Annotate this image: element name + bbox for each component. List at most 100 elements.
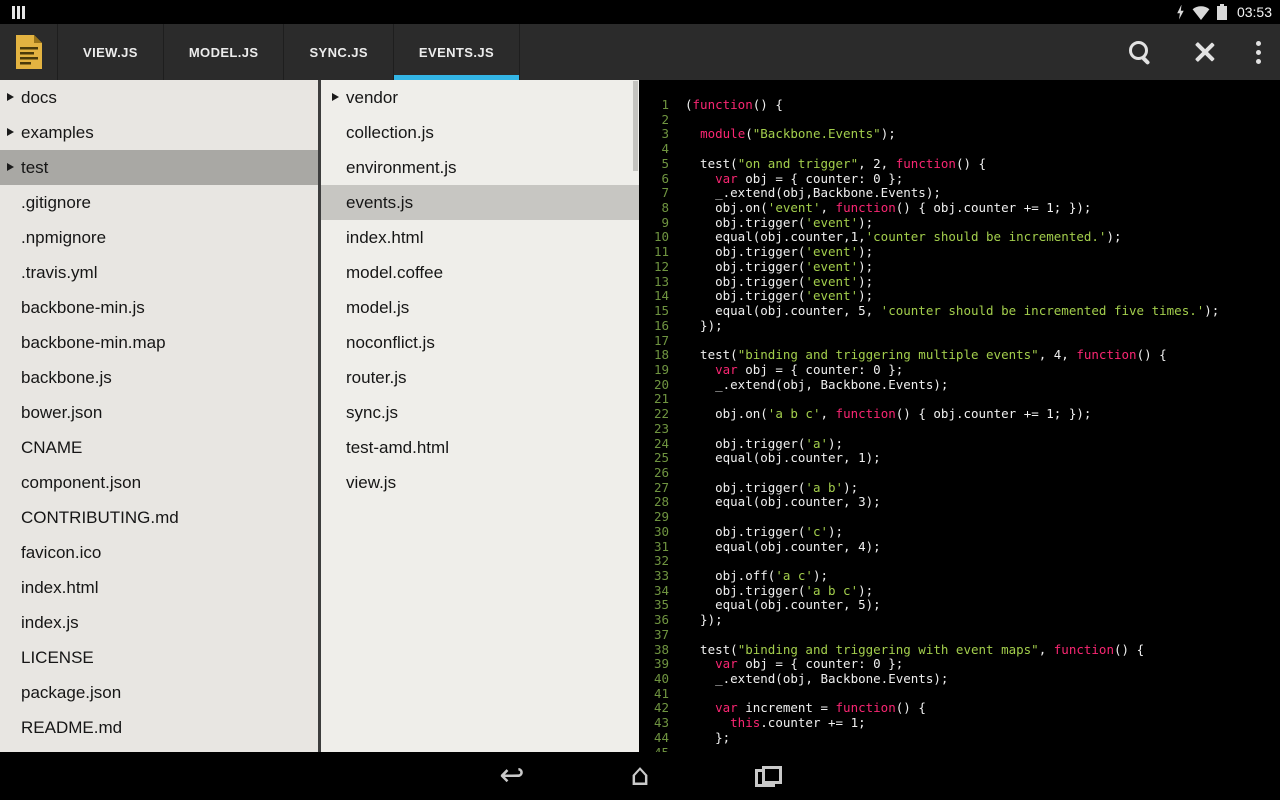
line-number: 28 [639,495,669,510]
line-number: 5 [639,157,669,172]
close-button[interactable] [1172,24,1236,80]
file-item-environment-js[interactable]: environment.js [321,150,639,185]
file-item-noconflict-js[interactable]: noconflict.js [321,325,639,360]
recents-button[interactable] [704,752,832,800]
code-line-28: 28 equal(obj.counter, 3); [639,495,1280,510]
file-item-events-js[interactable]: events.js [321,185,639,220]
tab-sync-js[interactable]: SYNC.JS [284,24,393,80]
file-item-test-amd-html[interactable]: test-amd.html [321,430,639,465]
line-number: 24 [639,437,669,452]
file-item-index-html[interactable]: index.html [321,220,639,255]
code-text: _.extend(obj,Backbone.Events); [669,186,941,201]
item-label: README.md [21,718,122,738]
code-text: obj.trigger('event'); [669,289,873,304]
folder-item-docs[interactable]: docs [0,80,318,115]
code-text: obj.on('a b c', function() { obj.counter… [669,407,1091,422]
code-text [669,142,685,157]
item-label: model.js [346,298,409,318]
file-item-view-js[interactable]: view.js [321,465,639,500]
file-item-readme-md[interactable]: README.md [0,710,318,745]
file-item-component-json[interactable]: component.json [0,465,318,500]
home-button[interactable]: ⌂ [576,752,704,800]
file-browser-panel: docsexamplestest.gitignore.npmignore.tra… [0,80,321,752]
file-item-gitignore[interactable]: .gitignore [0,185,318,220]
line-number: 36 [639,613,669,628]
code-text: obj.trigger('event'); [669,275,873,290]
item-label: router.js [346,368,406,388]
file-item-index-html[interactable]: index.html [0,570,318,605]
code-line-1: 1(function() { [639,98,1280,113]
action-bar: VIEW.JSMODEL.JSSYNC.JSEVENTS.JS [0,24,1280,80]
file-item-model-coffee[interactable]: model.coffee [321,255,639,290]
code-text: obj.trigger('a b c'); [669,584,873,599]
file-item-package-json[interactable]: package.json [0,675,318,710]
search-button[interactable] [1108,24,1172,80]
code-line-12: 12 obj.trigger('event'); [639,260,1280,275]
code-text: var obj = { counter: 0 }; [669,172,903,187]
tab-events-js[interactable]: EVENTS.JS [394,24,520,80]
file-item-backbone-min-js[interactable]: backbone-min.js [0,290,318,325]
back-button[interactable]: ↩ [448,752,576,800]
code-line-18: 18 test("binding and triggering multiple… [639,348,1280,363]
recents-icon [755,766,782,787]
tab-view-js[interactable]: VIEW.JS [58,24,164,80]
folder-item-vendor[interactable]: vendor [321,80,639,115]
code-text: test("on and trigger", 2, function() { [669,157,986,172]
file-item-license[interactable]: LICENSE [0,640,318,675]
code-text [669,466,685,481]
code-text: module("Backbone.Events"); [669,127,896,142]
line-number: 27 [639,481,669,496]
code-document-logo-icon [14,34,44,70]
file-item-npmignore[interactable]: .npmignore [0,220,318,255]
code-line-44: 44 }; [639,731,1280,746]
back-icon: ↩ [499,761,524,791]
code-text: obj.off('a c'); [669,569,828,584]
line-number: 44 [639,731,669,746]
item-label: model.coffee [346,263,443,283]
code-editor[interactable]: 1(function() {23 module("Backbone.Events… [639,80,1280,752]
code-line-13: 13 obj.trigger('event'); [639,275,1280,290]
overflow-menu-button[interactable] [1236,24,1280,80]
file-item-bower-json[interactable]: bower.json [0,395,318,430]
line-number: 3 [639,127,669,142]
line-number: 20 [639,378,669,393]
code-line-15: 15 equal(obj.counter, 5, 'counter should… [639,304,1280,319]
file-item-index-js[interactable]: index.js [0,605,318,640]
file-item-backbone-min-map[interactable]: backbone-min.map [0,325,318,360]
line-number: 31 [639,540,669,555]
line-number: 42 [639,701,669,716]
code-line-35: 35 equal(obj.counter, 5); [639,598,1280,613]
app-icon[interactable] [0,24,58,80]
code-text [669,334,685,349]
folder-item-test[interactable]: test [0,150,318,185]
item-label: noconflict.js [346,333,435,353]
folder-item-examples[interactable]: examples [0,115,318,150]
file-item-travis-yml[interactable]: .travis.yml [0,255,318,290]
item-label: test-amd.html [346,438,449,458]
scrollbar-thumb[interactable] [633,81,638,171]
code-line-37: 37 [639,628,1280,643]
file-item-favicon-ico[interactable]: favicon.ico [0,535,318,570]
file-item-backbone-js[interactable]: backbone.js [0,360,318,395]
status-clock: 03:53 [1237,4,1272,20]
file-item-cname[interactable]: CNAME [0,430,318,465]
folder-expand-icon [332,93,339,101]
file-item-collection-js[interactable]: collection.js [321,115,639,150]
file-item-router-js[interactable]: router.js [321,360,639,395]
line-number: 41 [639,687,669,702]
battery-icon [1217,6,1227,20]
tab-model-js[interactable]: MODEL.JS [164,24,285,80]
file-item-contributing-md[interactable]: CONTRIBUTING.md [0,500,318,535]
code-text: equal(obj.counter, 4); [669,540,881,555]
code-text [669,687,685,702]
code-line-38: 38 test("binding and triggering with eve… [639,643,1280,658]
item-label: LICENSE [21,648,94,668]
close-icon [1192,40,1216,64]
code-line-33: 33 obj.off('a c'); [639,569,1280,584]
line-number: 13 [639,275,669,290]
file-item-sync-js[interactable]: sync.js [321,395,639,430]
code-line-3: 3 module("Backbone.Events"); [639,127,1280,142]
file-item-model-js[interactable]: model.js [321,290,639,325]
item-label: backbone-min.map [21,333,166,353]
code-text: equal(obj.counter, 5); [669,598,881,613]
